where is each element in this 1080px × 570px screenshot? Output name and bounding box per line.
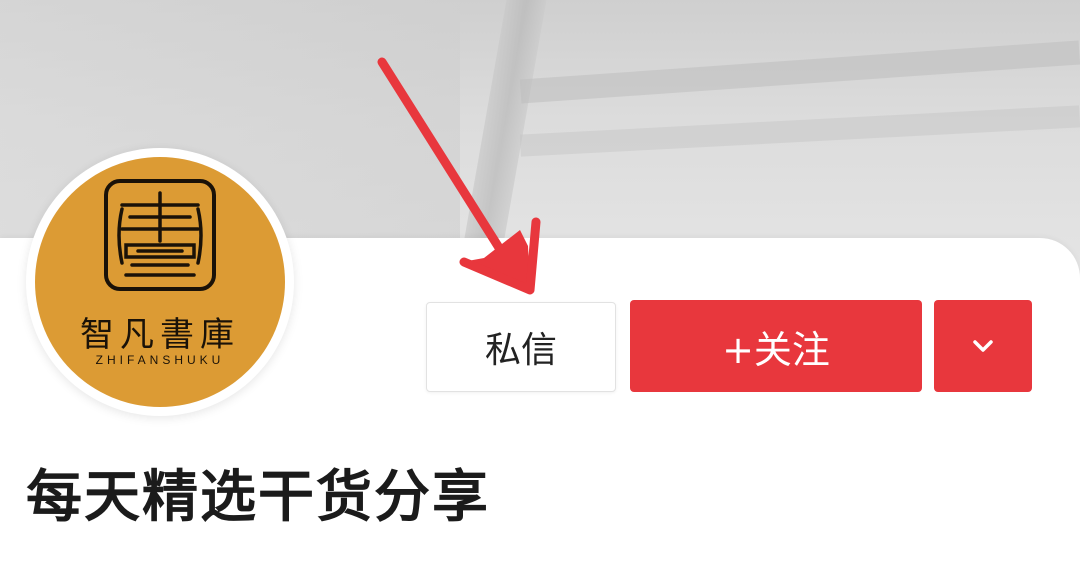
more-options-button[interactable] — [934, 300, 1032, 392]
message-button[interactable]: 私信 — [426, 302, 616, 392]
chevron-down-icon — [973, 340, 993, 352]
avatar[interactable]: 智凡書庫 ZHIFANSHUKU — [35, 157, 285, 407]
follow-button[interactable]: +关注 — [630, 300, 922, 392]
logo-chinese-text: 智凡書庫 — [80, 315, 240, 355]
book-seal-icon — [104, 179, 216, 291]
cover-beam — [519, 105, 1080, 157]
logo-english-text: ZHIFANSHUKU — [95, 353, 225, 367]
cover-beam — [519, 40, 1080, 104]
profile-bio: 每天精选干货分享 — [26, 465, 490, 530]
